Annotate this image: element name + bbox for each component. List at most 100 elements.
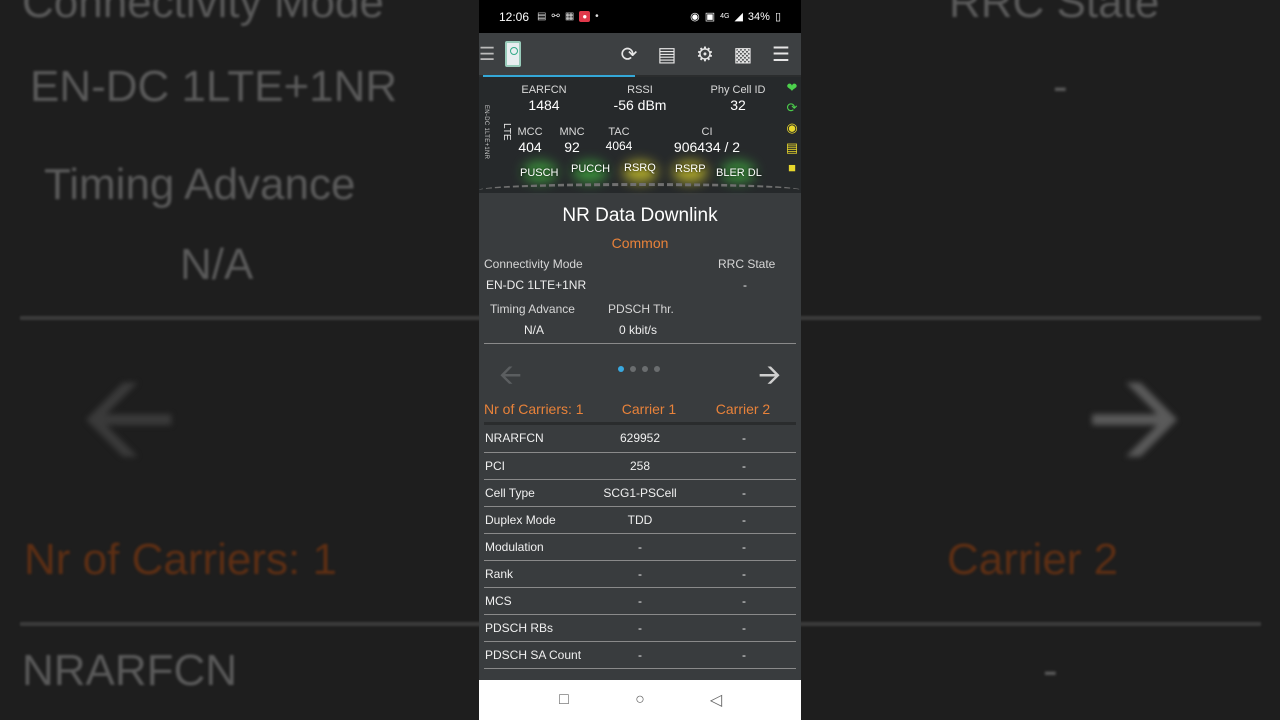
meas-rsrq: RSRQ: [624, 162, 656, 174]
row-c2-value: -: [692, 452, 796, 480]
row-c2-value: -: [692, 533, 796, 561]
usb-icon: ⚯: [551, 11, 560, 22]
row-c2-value: -: [692, 614, 796, 642]
carrier-2-header: Carrier 2: [715, 401, 771, 417]
meas-bler-dl: BLER DL: [716, 167, 762, 179]
table-row: Duplex Mode TDD -: [484, 506, 796, 534]
rssi-label: RSSI: [627, 84, 653, 96]
battery-icon: ▯: [774, 11, 781, 23]
table-row: MCS - -: [484, 587, 796, 615]
page-title: NR Data Downlink: [562, 205, 718, 226]
phone-screen: 12:06 ▤ ⚯ ▦ ● • ◉ ▣ 4G ◢ 34% ▯ ☰ ⟳ ▤ ⚙ ▩: [479, 0, 801, 720]
status-time: 12:06: [499, 9, 530, 24]
lock-icon[interactable]: ■: [785, 161, 799, 175]
tac-value: 4064: [605, 139, 633, 153]
table-row: PDSCH RBs - -: [484, 614, 796, 642]
row-label: NRARFCN: [484, 425, 588, 453]
drawer-menu-icon[interactable]: ☰: [479, 44, 495, 65]
screen-record-icon: ●: [579, 11, 591, 22]
mnc-value: 92: [564, 139, 580, 155]
recents-button[interactable]: □: [554, 691, 574, 709]
common-info: Connectivity Mode EN-DC 1LTE+1NR RRC Sta…: [479, 251, 801, 341]
tac-label: TAC: [608, 126, 630, 138]
heart-icon[interactable]: ❤: [785, 81, 799, 95]
row-label: MCS: [484, 587, 588, 615]
page-dot[interactable]: [618, 366, 624, 372]
tech-label: LTE: [501, 123, 512, 141]
settings-icon[interactable]: ⚙: [693, 42, 717, 67]
back-button[interactable]: ◁: [706, 690, 726, 710]
timing-advance-label: Timing Advance: [490, 302, 575, 316]
mnc-label: MNC: [559, 126, 585, 138]
mnc: MNC 92: [557, 126, 587, 155]
bg-divider: [20, 622, 479, 626]
network-type: 4G: [720, 13, 730, 20]
home-button[interactable]: ○: [630, 691, 650, 709]
earfcn: EARFCN 1484: [519, 84, 569, 113]
battery-percent: 34%: [747, 10, 770, 23]
refresh-icon[interactable]: ⟳: [617, 42, 641, 67]
status-bar: 12:06 ▤ ⚯ ▦ ● • ◉ ▣ 4G ◢ 34% ▯: [479, 0, 801, 33]
rssi-value: -56 dBm: [613, 97, 667, 113]
row-label: Rank: [484, 560, 588, 588]
table-row: PCI 258-: [484, 452, 796, 480]
table-row: NRARFCN 629952-: [484, 425, 796, 453]
pci-label: Phy Cell ID: [710, 84, 766, 96]
background-left: Connectivity Mode EN-DC 1LTE+1NR Timing …: [0, 0, 479, 720]
carrier-1-header: Carrier 1: [621, 401, 677, 417]
sync-icon[interactable]: ⟳: [785, 101, 799, 115]
cell-identity: CI 906434 / 2: [669, 126, 745, 155]
bg-divider: [801, 622, 1261, 626]
sort-icon[interactable]: ☰: [769, 42, 793, 67]
ci-label: CI: [701, 126, 713, 138]
row-c1-value: -: [588, 560, 692, 588]
row-c1-value: 629952: [588, 425, 692, 453]
app-logo[interactable]: [505, 41, 521, 67]
gauge-arc: [479, 183, 801, 197]
page-dots: [618, 366, 660, 372]
earfcn-label: EARFCN: [521, 84, 567, 96]
bg-prev-arrow-icon: 🡨: [80, 350, 178, 484]
table-row: Rank - -: [484, 560, 796, 588]
page-dot[interactable]: [630, 366, 636, 372]
timing-advance-value: N/A: [524, 323, 545, 337]
more-notifications-icon: •: [595, 11, 599, 22]
bg-rrc-value: -: [1053, 62, 1068, 111]
prev-page-arrow-icon[interactable]: 🡨: [499, 354, 522, 402]
row-c1-value: -: [588, 614, 692, 642]
table-row: Cell Type SCG1-PSCell -: [484, 479, 796, 507]
bg-next-arrow-icon: 🡪: [1086, 350, 1184, 484]
row-label: PDSCH RBs: [484, 614, 588, 642]
next-page-arrow-icon[interactable]: 🡪: [758, 354, 781, 402]
page-dot[interactable]: [654, 366, 660, 372]
rssi: RSSI -56 dBm: [603, 84, 677, 113]
bg-divider: [801, 316, 1261, 320]
row-c2-value: -: [692, 587, 796, 615]
row-c1-value: -: [588, 533, 692, 561]
row-c2-value: -: [692, 560, 796, 588]
pdsch-thr-label: PDSCH Thr.: [608, 302, 674, 316]
vibrate-icon: ▣: [704, 11, 716, 23]
row-c1-value: TDD: [588, 506, 692, 534]
notes-icon[interactable]: ▤: [785, 141, 799, 155]
timer-icon[interactable]: ◉: [785, 121, 799, 135]
app-toolbar: ☰ ⟳ ▤ ⚙ ▩ ☰: [479, 33, 801, 77]
meas-rsrp: RSRP: [675, 163, 706, 175]
connectivity-mode-label: Connectivity Mode: [484, 257, 583, 271]
pci-value: 32: [730, 97, 746, 113]
row-c1-value: SCG1-PSCell: [588, 479, 692, 507]
bg-carriers-label: Nr of Carriers: 1: [24, 535, 337, 584]
page-dot[interactable]: [642, 366, 648, 372]
meas-pusch: PUSCH: [520, 167, 559, 179]
log-icon[interactable]: ▤: [655, 42, 679, 67]
bg-nrarfcn-label: NRARFCN: [22, 646, 238, 695]
row-c1-value: -: [588, 641, 692, 669]
camera-icon[interactable]: ▩: [731, 42, 755, 67]
row-c1-value: 258: [588, 452, 692, 480]
bg-nrarfcn-c2: -: [1043, 646, 1058, 695]
row-c1-value: -: [588, 587, 692, 615]
mcc-label: MCC: [517, 126, 543, 138]
row-c2-value: -: [692, 425, 796, 453]
screen: Connectivity Mode EN-DC 1LTE+1NR Timing …: [0, 0, 1280, 720]
row-c2-value: -: [692, 641, 796, 669]
